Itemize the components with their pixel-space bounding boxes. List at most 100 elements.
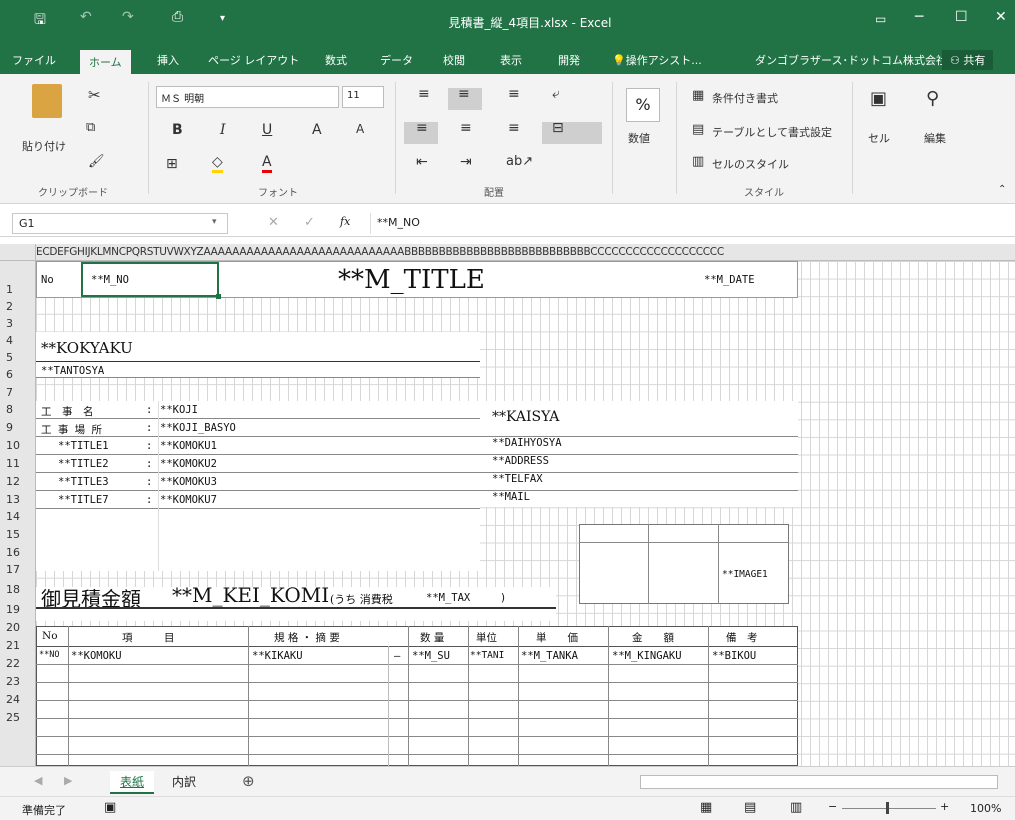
font-color-icon[interactable]: A <box>262 154 272 173</box>
editing-button[interactable]: 編集 <box>924 130 946 146</box>
info-value-komoku3[interactable]: **KOMOKU3 <box>160 476 217 488</box>
row-number[interactable]: 23 <box>0 675 36 688</box>
number-format-button[interactable]: 数値 <box>628 130 650 146</box>
ribbon-display-icon[interactable]: ▭ <box>875 12 886 26</box>
tab-developer[interactable]: 開発 <box>558 52 580 68</box>
align-bottom-icon[interactable]: ≡ <box>508 86 520 102</box>
tab-review[interactable]: 校閲 <box>443 52 465 68</box>
font-name-select[interactable]: ＭＳ 明朝 <box>156 86 339 108</box>
save-icon[interactable]: 🖫 <box>34 9 46 33</box>
mail-cell[interactable]: **MAIL <box>492 491 530 503</box>
row-number[interactable]: 4 <box>0 334 36 347</box>
telfax-cell[interactable]: **TELFAX <box>492 473 543 485</box>
tab-formulas[interactable]: 数式 <box>325 52 347 68</box>
align-middle-icon[interactable]: ≡ <box>458 86 470 102</box>
decrease-indent-icon[interactable]: ⇤ <box>416 154 428 170</box>
grow-font-button[interactable]: A <box>312 122 322 138</box>
fill-color-icon[interactable]: ◇ <box>212 154 223 173</box>
add-sheet-icon[interactable]: ⊕ <box>242 772 255 790</box>
td-bikou[interactable]: **BIKOU <box>712 650 756 662</box>
row-number[interactable]: 2 <box>0 300 36 313</box>
copy-icon[interactable]: ⧉ <box>86 120 95 135</box>
td-su[interactable]: **M_SU <box>412 650 450 662</box>
td-komoku[interactable]: **KOMOKU <box>71 650 122 662</box>
cells-button[interactable]: セル <box>868 130 890 146</box>
row-number[interactable]: 6 <box>0 368 36 381</box>
row-number[interactable]: 3 <box>0 317 36 330</box>
tab-view[interactable]: 表示 <box>500 52 522 68</box>
row-number[interactable]: 15 <box>0 528 36 541</box>
align-center-icon[interactable]: ≡ <box>460 120 472 136</box>
underline-button[interactable]: U <box>262 122 272 138</box>
tab-page-layout[interactable]: ページ レイアウト <box>208 52 299 68</box>
sheet-next-icon[interactable]: ▶ <box>64 774 72 787</box>
row-number[interactable]: 22 <box>0 657 36 670</box>
info-value-basyo[interactable]: **KOJI_BASYO <box>160 422 236 434</box>
zoom-level[interactable]: 100% <box>970 802 1001 815</box>
tantosya-cell[interactable]: **TANTOSYA <box>41 365 104 377</box>
horizontal-scrollbar[interactable] <box>640 775 998 789</box>
cells-icon[interactable]: ▣ <box>870 88 887 109</box>
redo-icon[interactable]: ↷ <box>122 9 134 25</box>
info-value-komoku7[interactable]: **KOMOKU7 <box>160 494 217 506</box>
account-name[interactable]: ダンゴブラザース･ドットコム株式会社 <box>755 52 947 68</box>
row-number[interactable]: 8 <box>0 403 36 416</box>
title-cell[interactable]: **M_TITLE <box>338 265 485 295</box>
paste-button[interactable]: 貼り付け <box>22 138 66 154</box>
find-icon[interactable]: ⚲ <box>926 88 939 109</box>
td-no[interactable]: **NO <box>39 650 59 660</box>
date-cell[interactable]: **M_DATE <box>704 274 755 286</box>
kokyaku-cell[interactable]: **KOKYAKU <box>41 339 133 357</box>
undo-icon[interactable]: ↶ <box>80 9 92 25</box>
close-icon[interactable]: ✕ <box>995 9 1007 25</box>
td-kingaku[interactable]: **M_KINGAKU <box>612 650 682 662</box>
enter-icon[interactable]: ✓ <box>304 215 315 230</box>
row-number[interactable]: 12 <box>0 475 36 488</box>
align-top-icon[interactable]: ≡ <box>418 86 430 102</box>
page-break-view-icon[interactable]: ▥ <box>790 800 802 815</box>
row-number[interactable]: 16 <box>0 546 36 559</box>
cell-styles-button[interactable]: セルのスタイル <box>712 156 789 172</box>
align-left-icon[interactable]: ≡ <box>416 120 428 136</box>
sheet-tab-cover[interactable]: 表紙 <box>110 771 155 794</box>
zoom-slider[interactable] <box>842 808 936 809</box>
row-number[interactable]: 13 <box>0 493 36 506</box>
align-right-icon[interactable]: ≡ <box>508 120 520 136</box>
share-button[interactable]: ⚇ 共有 <box>942 50 994 70</box>
fill-handle[interactable] <box>216 294 221 299</box>
row-number[interactable]: 14 <box>0 510 36 523</box>
row-number[interactable]: 5 <box>0 351 36 364</box>
address-cell[interactable]: **ADDRESS <box>492 455 549 467</box>
name-box-dropdown-icon[interactable]: ▾ <box>212 217 217 227</box>
row-number[interactable]: 19 <box>0 603 36 616</box>
maximize-icon[interactable]: ☐ <box>955 9 968 25</box>
image-cell[interactable]: **IMAGE1 <box>722 569 768 580</box>
row-number[interactable]: 10 <box>0 439 36 452</box>
cut-icon[interactable]: ✂ <box>88 86 101 104</box>
cancel-icon[interactable]: ✕ <box>268 215 279 230</box>
collapse-ribbon-icon[interactable]: ⌃ <box>998 184 1006 195</box>
paste-icon[interactable] <box>32 84 62 118</box>
zoom-slider-thumb[interactable] <box>886 802 889 814</box>
zoom-in-icon[interactable]: + <box>940 800 949 813</box>
info-value-koji[interactable]: **KOJI <box>160 404 198 416</box>
row-number[interactable]: 21 <box>0 639 36 652</box>
info-value-komoku1[interactable]: **KOMOKU1 <box>160 440 217 452</box>
wrap-text-icon[interactable]: ⤶ <box>552 86 560 102</box>
row-number[interactable]: 1 <box>0 283 36 296</box>
customize-qat-icon[interactable]: ▾ <box>220 13 225 24</box>
column-headers[interactable]: ECDEFGHIJKLMNCPQRSTUVWXYZAAAAAAAAAAAAAAA… <box>36 244 1015 261</box>
bold-button[interactable]: B <box>172 122 183 138</box>
minimize-icon[interactable]: ─ <box>915 9 923 25</box>
kaisya-cell[interactable]: **KAISYA <box>492 409 559 425</box>
td-kikaku[interactable]: **KIKAKU <box>252 650 303 662</box>
orientation-icon[interactable]: ab↗ <box>506 154 533 169</box>
tab-data[interactable]: データ <box>380 52 413 68</box>
zoom-out-icon[interactable]: − <box>828 800 837 813</box>
row-number[interactable]: 7 <box>0 386 36 399</box>
shrink-font-button[interactable]: A <box>356 122 364 136</box>
increase-indent-icon[interactable]: ⇥ <box>460 154 472 170</box>
tab-file[interactable]: ファイル <box>12 52 56 68</box>
cells-area[interactable]: No **M_NO **M_TITLE **M_DATE **KOKYAKU *… <box>36 261 1015 766</box>
function-icon[interactable]: fx <box>340 215 350 228</box>
